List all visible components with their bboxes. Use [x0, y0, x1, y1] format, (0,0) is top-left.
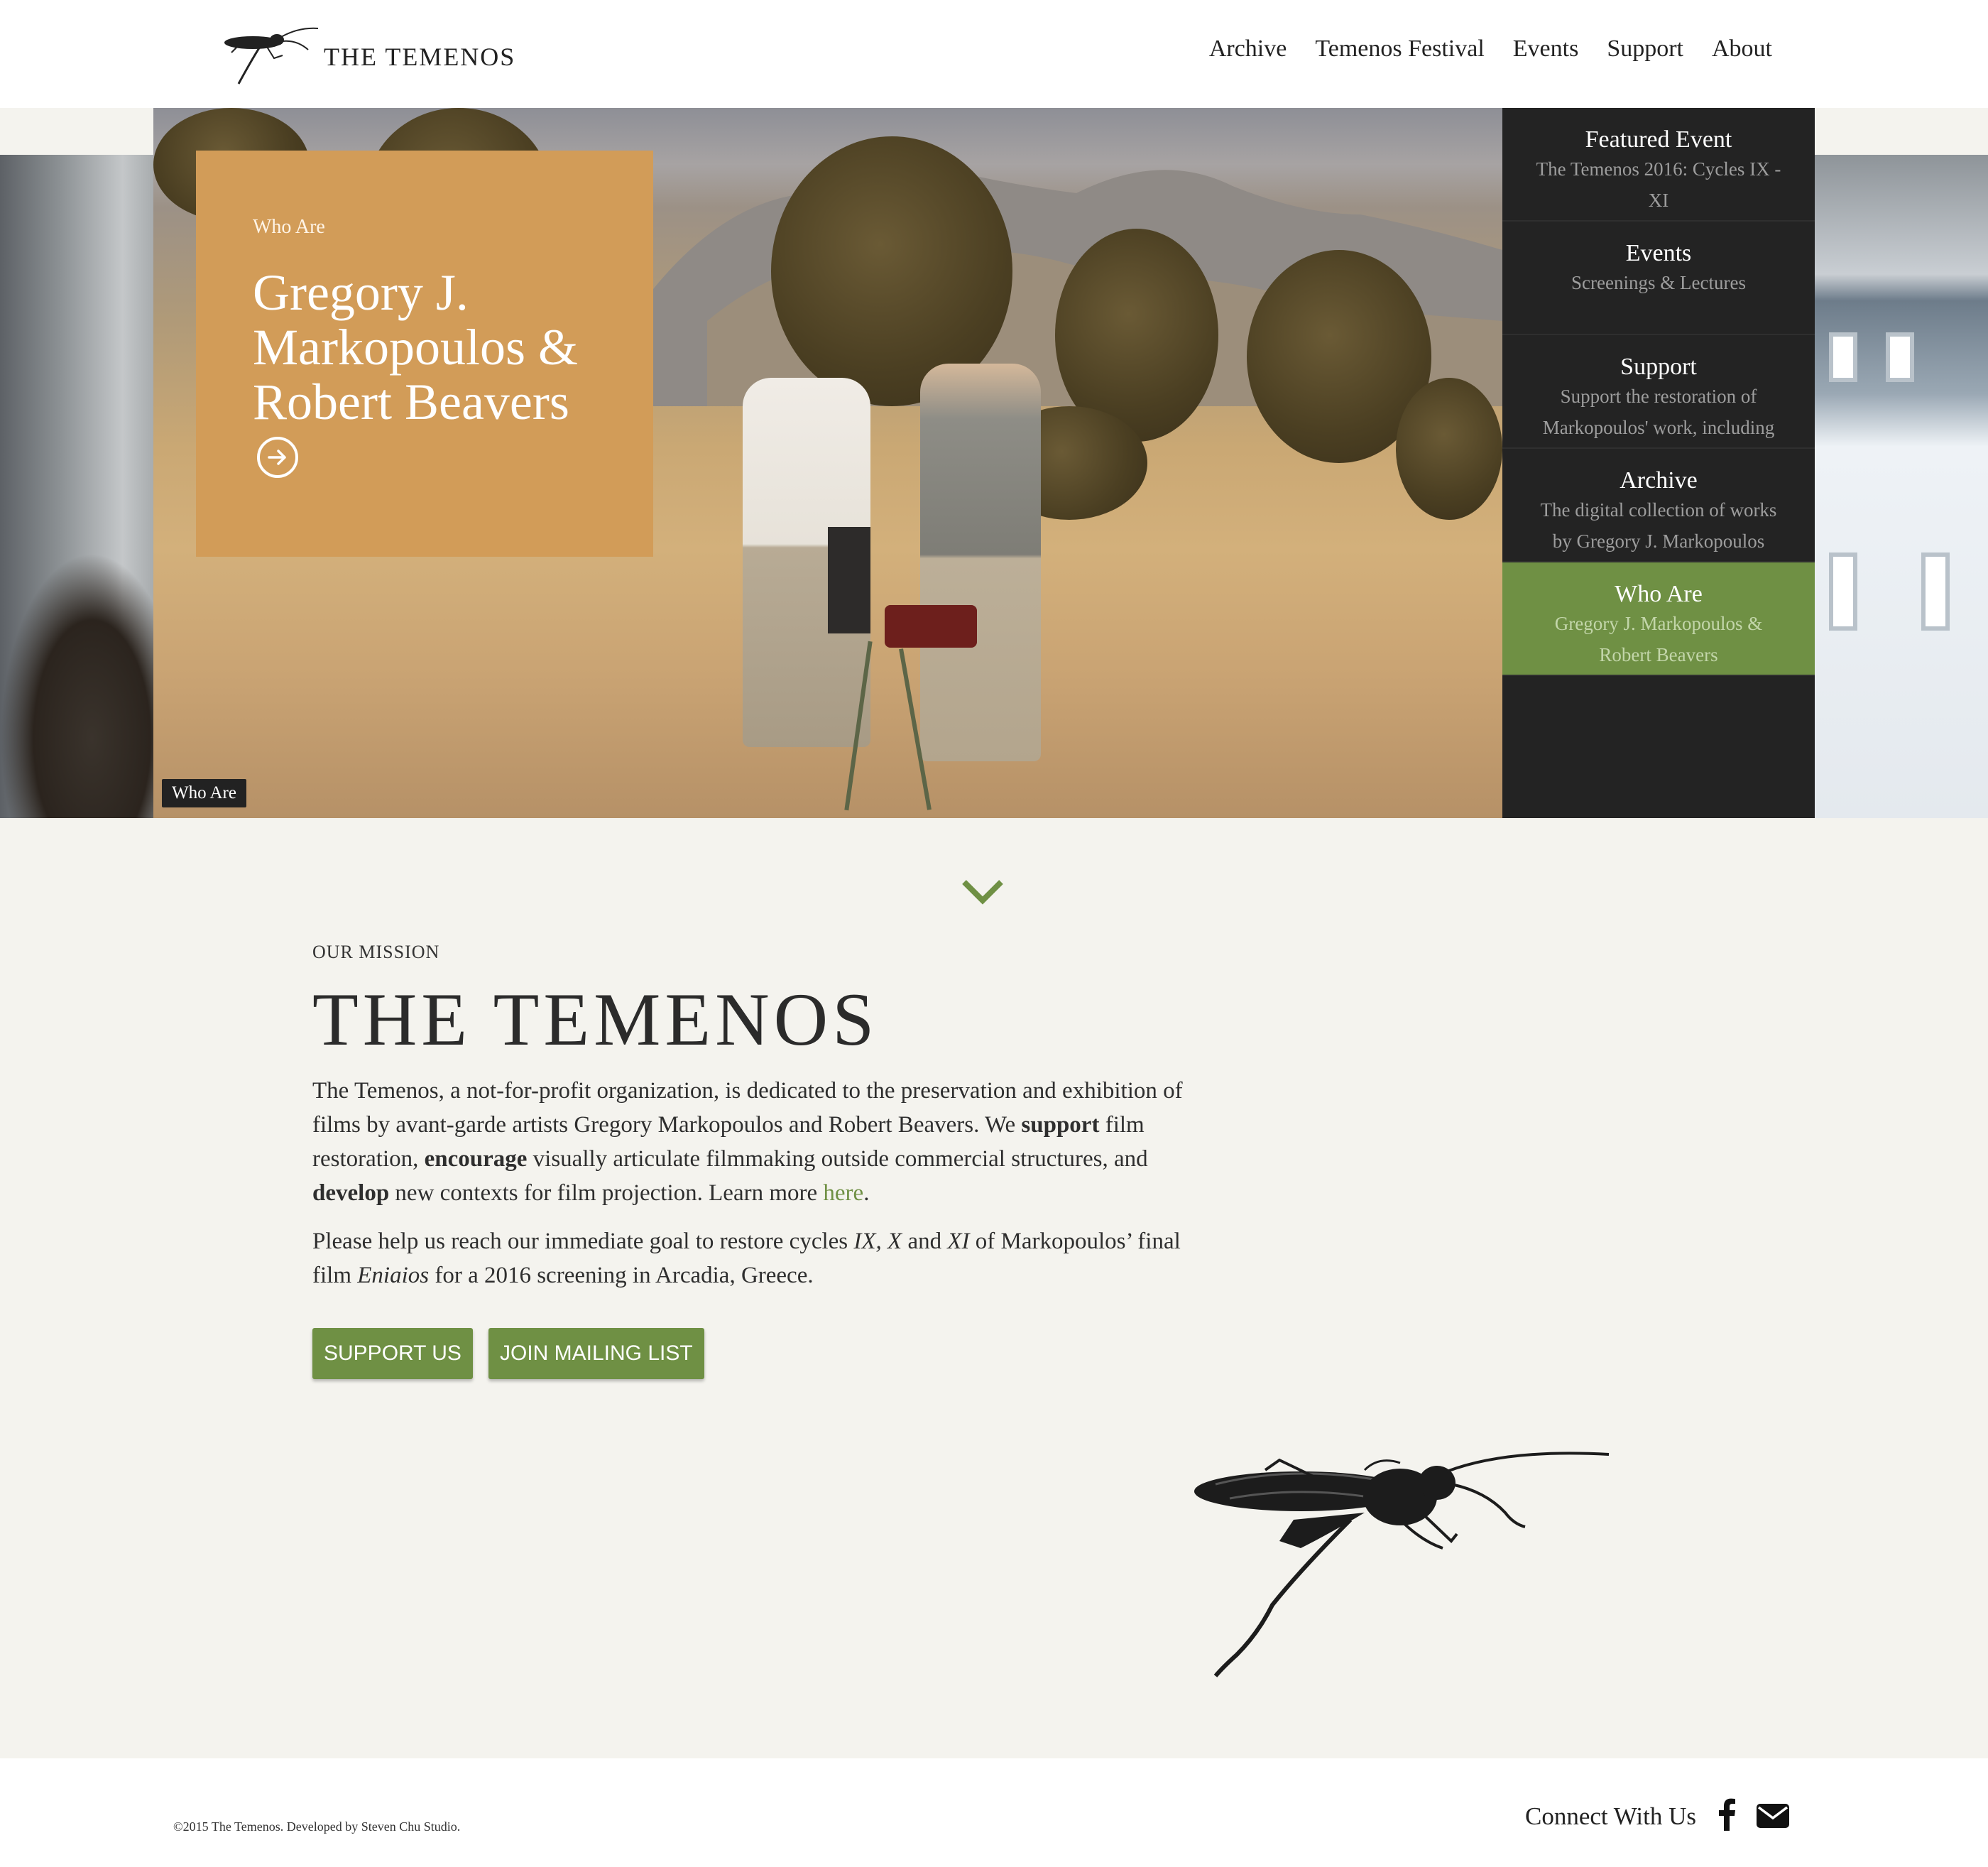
side-item-desc: Screenings & Lectures [1571, 272, 1746, 293]
who-are-card[interactable]: Who Are Gregory J. Markopoulos & Robert … [196, 151, 653, 557]
side-item-desc: The Temenos 2016: Cycles IX - XI [1536, 158, 1781, 211]
nav-about[interactable]: About [1712, 36, 1772, 62]
hero-caption-tag: Who Are [162, 779, 246, 807]
nav-events[interactable]: Events [1513, 36, 1579, 62]
insect-logo-icon [224, 27, 319, 85]
italic-cycle-xi: XI [947, 1229, 970, 1254]
bg-window [1829, 553, 1857, 631]
text-span: . [863, 1180, 870, 1206]
side-item-title: Events [1625, 240, 1692, 266]
text-span: and [902, 1229, 948, 1254]
side-item-title: Archive [1620, 467, 1698, 494]
bg-window [1886, 332, 1914, 382]
text-span: for a 2016 screening in Arcadia, Greece. [429, 1263, 814, 1288]
site-logo[interactable]: THE TEMENOS [217, 21, 515, 87]
bold-support: support [1021, 1112, 1100, 1138]
who-are-eyebrow: Who Are [253, 216, 325, 238]
facebook-icon[interactable] [1717, 1798, 1737, 1831]
mission-eyebrow: OUR MISSION [312, 942, 440, 962]
text-span: new contexts for film projection. Learn … [389, 1180, 824, 1206]
cta-buttons: SUPPORT US JOIN MAILING LIST [312, 1328, 1207, 1379]
insect-illustration [1194, 1452, 1610, 1677]
side-item-featured-event[interactable]: Featured Event The Temenos 2016: Cycles … [1502, 108, 1815, 222]
side-item-desc: Gregory J. Markopoulos & Robert Beavers [1554, 613, 1763, 665]
site-header: THE TEMENOS Archive Temenos Festival Eve… [0, 0, 1988, 108]
hero-bg-right [1815, 155, 1988, 818]
goal-paragraph: Please help us reach our immediate goal … [312, 1224, 1207, 1292]
main-nav: Archive Temenos Festival Events Support … [1209, 36, 1772, 62]
connect-label: Connect With Us [1525, 1802, 1696, 1830]
nav-archive[interactable]: Archive [1209, 36, 1287, 62]
mail-icon[interactable] [1757, 1804, 1789, 1828]
side-item-title: Featured Event [1585, 126, 1732, 153]
who-are-title[interactable]: Gregory J. Markopoulos & Robert Beavers [253, 266, 596, 484]
who-are-title-text: Gregory J. Markopoulos & Robert Beavers [253, 264, 578, 430]
italic-film-title: Eniaios [357, 1263, 430, 1288]
site-footer: ©2015 The Temenos. Developed by Steven C… [0, 1758, 1988, 1867]
feature-side-panel: Featured Event The Temenos 2016: Cycles … [1502, 108, 1815, 818]
red-cloth [885, 605, 977, 648]
bold-encourage: encourage [424, 1146, 528, 1172]
nav-temenos-festival[interactable]: Temenos Festival [1315, 36, 1484, 62]
side-item-who-are[interactable]: Who Are Gregory J. Markopoulos & Robert … [1502, 562, 1815, 676]
mission-paragraph: The Temenos, a not-for-profit organizati… [312, 1074, 1207, 1210]
site-title: THE TEMENOS [324, 43, 516, 71]
bg-window [1829, 332, 1857, 382]
hero-bg-heads [0, 553, 153, 818]
nav-support[interactable]: Support [1607, 36, 1683, 62]
copyright-text: ©2015 The Temenos. Developed by Steven C… [173, 1819, 461, 1834]
chevron-down-icon[interactable] [961, 878, 1004, 906]
side-item-title: Support [1620, 354, 1697, 380]
projector [828, 527, 870, 633]
person-gray-sweater [920, 364, 1041, 761]
italic-cycles: IX, X [853, 1229, 902, 1254]
side-item-desc: Support the restoration of Markopoulos' … [1542, 386, 1775, 438]
learn-more-link[interactable]: here [823, 1180, 863, 1206]
text-span: Please help us reach our immediate goal … [312, 1229, 854, 1254]
side-item-archive[interactable]: Archive The digital collection of works … [1502, 449, 1815, 562]
side-item-title: Who Are [1615, 581, 1703, 607]
support-us-button[interactable]: SUPPORT US [312, 1328, 473, 1379]
bg-window [1921, 553, 1950, 631]
text-span: visually articulate filmmaking outside c… [527, 1146, 1148, 1172]
tree [1396, 378, 1502, 520]
bold-develop: develop [312, 1180, 390, 1206]
join-mailing-list-button[interactable]: JOIN MAILING LIST [488, 1328, 704, 1379]
arrow-right-circle-icon[interactable] [257, 437, 298, 479]
side-item-events[interactable]: Events Screenings & Lectures [1502, 222, 1815, 335]
side-item-desc: The digital collection of works by Grego… [1540, 499, 1777, 552]
mission-section: OUR MISSION THE TEMENOS The Temenos, a n… [312, 942, 1207, 1379]
mission-title: THE TEMENOS [312, 978, 879, 1061]
side-item-support[interactable]: Support Support the restoration of Marko… [1502, 335, 1815, 449]
